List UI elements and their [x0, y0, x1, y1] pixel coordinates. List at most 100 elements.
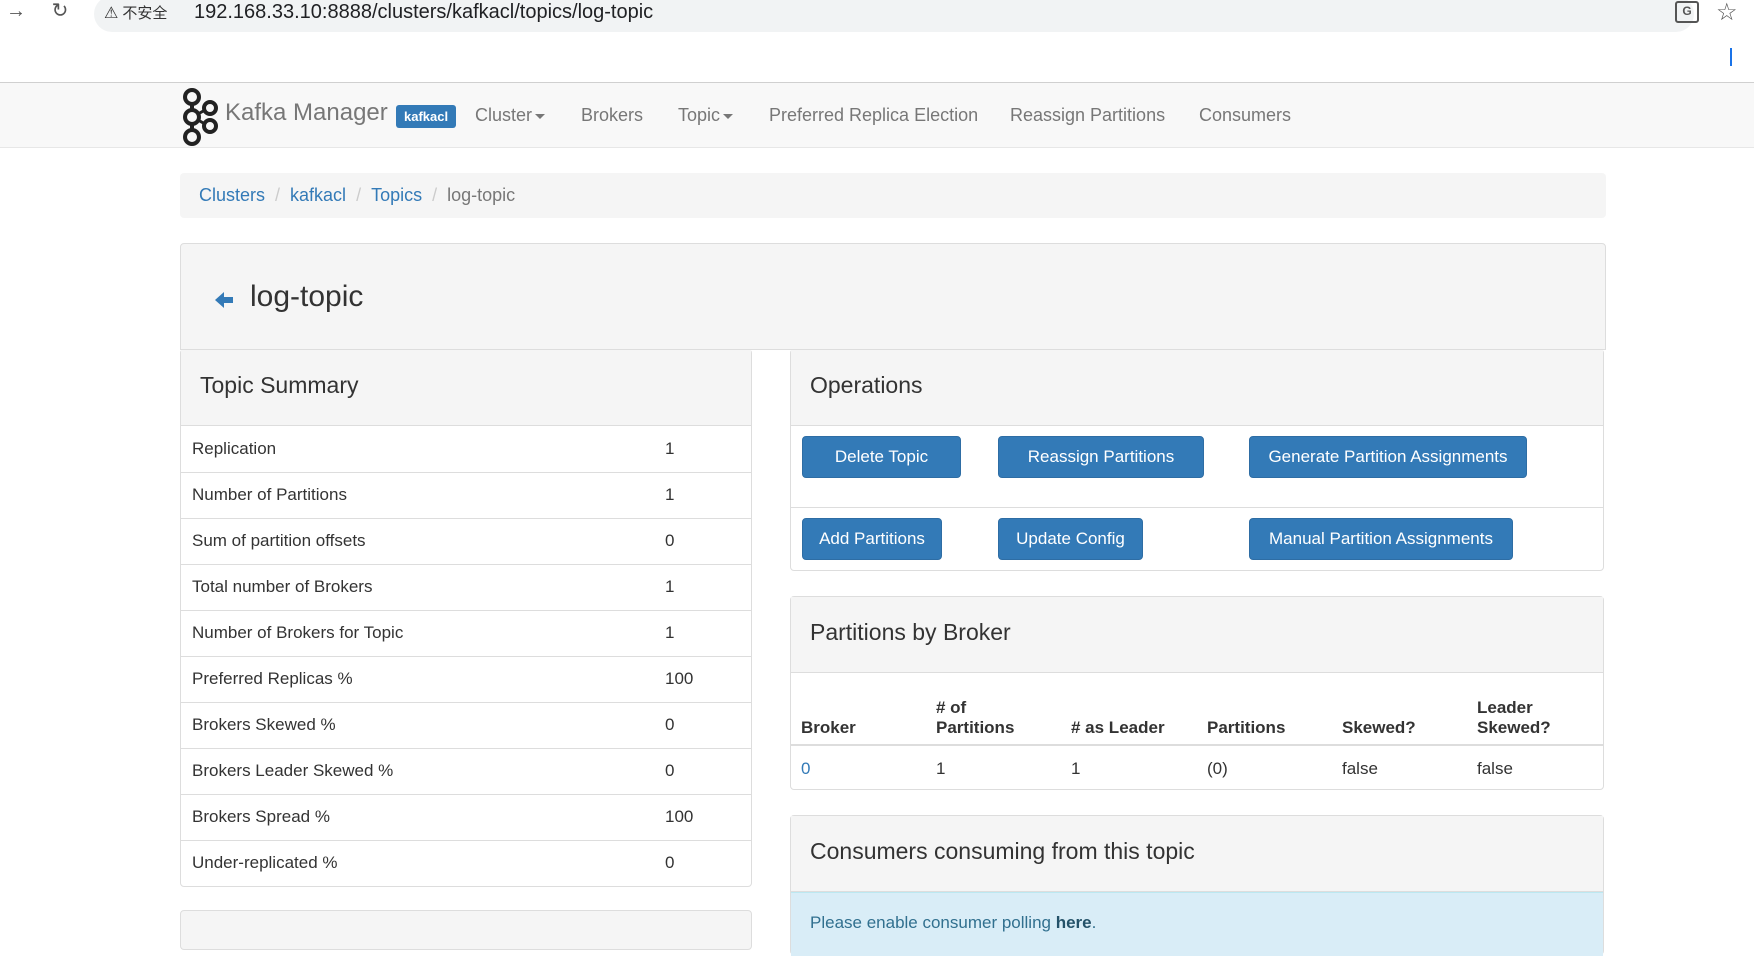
cell-skewed: false	[1342, 758, 1378, 778]
table-row: 0 1 1 (0) false false	[791, 745, 1603, 791]
generate-partition-assignments-button[interactable]: Generate Partition Assignments	[1249, 436, 1527, 478]
enable-polling-link[interactable]: here	[1056, 913, 1092, 932]
nav-cluster-dropdown[interactable]: Cluster	[475, 105, 546, 126]
summary-value: 0	[654, 839, 751, 886]
col-num-partitions-line2: Partitions	[936, 718, 1015, 737]
operations-divider	[791, 507, 1603, 508]
page-title: log-topic	[250, 280, 364, 313]
translate-icon[interactable]: G	[1675, 1, 1699, 23]
table-row: Brokers Leader Skewed % 0	[181, 747, 751, 794]
cell-broker: 0	[791, 745, 926, 791]
bookmark-star-icon[interactable]: ☆	[1716, 0, 1738, 27]
table-row: Number of Brokers for Topic 1	[181, 609, 751, 656]
summary-label: Number of Partitions	[181, 471, 654, 518]
nav-topic-dropdown[interactable]: Topic	[678, 105, 734, 126]
update-config-button[interactable]: Update Config	[998, 518, 1143, 560]
nav-preferred-replica-election[interactable]: Preferred Replica Election	[769, 105, 978, 126]
summary-value: 1	[654, 471, 751, 518]
breadcrumb-separator: /	[275, 185, 281, 205]
breadcrumb: Clusters / kafkacl / Topics / log-topic	[180, 173, 1606, 218]
col-num-partitions: # of Partitions	[926, 673, 1061, 746]
summary-value: 0	[654, 517, 751, 564]
col-partitions: Partitions	[1197, 673, 1332, 746]
summary-label: Replication	[192, 438, 277, 458]
table-row: Under-replicated % 0	[181, 839, 751, 886]
summary-label: Sum of partition offsets	[181, 517, 654, 564]
nav-brokers[interactable]: Brokers	[581, 105, 643, 126]
summary-value: 0	[654, 747, 751, 794]
add-partitions-button[interactable]: Add Partitions	[802, 518, 942, 560]
warning-icon: ⚠	[104, 5, 119, 22]
table-row: Brokers Skewed % 0	[181, 701, 751, 748]
cell-leader-skewed: false	[1477, 758, 1513, 778]
cell-num-partitions: 1	[936, 758, 946, 778]
consumers-heading: Consumers consuming from this topic	[791, 816, 1603, 892]
alert-text: Please enable consumer polling	[810, 913, 1056, 932]
topic-summary-heading: Topic Summary	[181, 350, 751, 426]
nav-cluster-label: Cluster	[475, 105, 533, 125]
caret-down-icon	[535, 113, 546, 119]
cell-as-leader: 1	[1071, 758, 1081, 778]
table-row: Replication 1	[181, 426, 751, 472]
partitions-by-broker-table: Broker # of Partitions # as Leader Partit…	[791, 673, 1603, 791]
browser-chrome: → ↻ ⚠ 不安全 192.168.33.10:8888/clusters/kaf…	[0, 0, 1754, 83]
summary-value: 0	[654, 701, 751, 748]
broker-link[interactable]: 0	[801, 759, 810, 778]
breadcrumb-current: log-topic	[447, 185, 516, 205]
topic-summary-table: Replication 1 Number of Partitions 1 Sum of …	[181, 426, 751, 886]
reload-icon[interactable]: ↻	[46, 0, 74, 26]
breadcrumb-topics[interactable]: Topics	[371, 185, 422, 205]
table-row: Sum of partition offsets 0	[181, 517, 751, 564]
operations-panel: Operations Delete Topic Reassign Partiti…	[790, 349, 1604, 571]
partition-info-panel	[180, 910, 752, 950]
side-panel-indicator	[1730, 48, 1732, 66]
partitions-by-broker-panel: Partitions by Broker Broker # of Partitio…	[790, 596, 1604, 790]
cell-partitions: (0)	[1207, 758, 1228, 778]
forward-icon[interactable]: →	[2, 0, 30, 26]
nav-consumers[interactable]: Consumers	[1199, 105, 1291, 126]
breadcrumb-separator: /	[432, 185, 438, 205]
security-warning[interactable]: ⚠ 不安全	[104, 2, 167, 23]
summary-label: Total number of Brokers	[181, 563, 654, 610]
insecure-label: 不安全	[122, 5, 168, 22]
partitions-by-broker-heading: Partitions by Broker	[791, 597, 1603, 673]
summary-value: 1	[665, 438, 675, 458]
col-leader-skewed: Leader Skewed?	[1467, 673, 1603, 746]
app-navbar: Kafka Manager kafkacl Cluster Brokers To…	[0, 83, 1754, 148]
nav-reassign-partitions[interactable]: Reassign Partitions	[1010, 105, 1165, 126]
table-row: Preferred Replicas % 100	[181, 655, 751, 702]
manual-partition-assignments-button[interactable]: Manual Partition Assignments	[1249, 518, 1513, 560]
col-num-partitions-line1: # of	[936, 698, 967, 717]
kafka-logo-icon[interactable]	[180, 87, 220, 147]
table-header-row: Broker # of Partitions # as Leader Partit…	[791, 673, 1603, 746]
col-broker: Broker	[791, 673, 926, 746]
nav-topic-label: Topic	[678, 105, 721, 125]
topic-header-panel: log-topic	[180, 243, 1606, 350]
summary-label: Under-replicated %	[181, 839, 654, 886]
summary-value: 1	[654, 563, 751, 610]
delete-topic-button[interactable]: Delete Topic	[802, 436, 961, 478]
summary-label: Brokers Spread %	[181, 793, 654, 840]
summary-label: Preferred Replicas %	[181, 655, 654, 702]
summary-value: 100	[654, 793, 751, 840]
summary-value: 100	[654, 655, 751, 702]
brand-title[interactable]: Kafka Manager	[225, 99, 388, 127]
summary-value: 1	[654, 609, 751, 656]
cluster-badge: kafkacl	[396, 105, 457, 128]
reassign-partitions-button[interactable]: Reassign Partitions	[998, 436, 1204, 478]
breadcrumb-cluster[interactable]: kafkacl	[290, 185, 346, 205]
operations-heading: Operations	[791, 350, 1603, 426]
back-arrow-icon[interactable]	[215, 292, 237, 308]
alert-suffix: .	[1091, 913, 1097, 932]
table-row: Total number of Brokers 1	[181, 563, 751, 610]
col-as-leader: # as Leader	[1061, 673, 1197, 746]
summary-label: Brokers Leader Skewed %	[181, 747, 654, 794]
breadcrumb-clusters[interactable]: Clusters	[199, 185, 265, 205]
consumer-polling-alert: Please enable consumer polling here.	[791, 892, 1603, 956]
col-leader-skewed-line2: Skewed?	[1477, 718, 1551, 737]
table-row: Number of Partitions 1	[181, 471, 751, 518]
table-row: Brokers Spread % 100	[181, 793, 751, 840]
url-text[interactable]: 192.168.33.10:8888/clusters/kafkacl/topi…	[194, 1, 653, 24]
summary-label: Number of Brokers for Topic	[181, 609, 654, 656]
caret-down-icon	[723, 113, 734, 119]
